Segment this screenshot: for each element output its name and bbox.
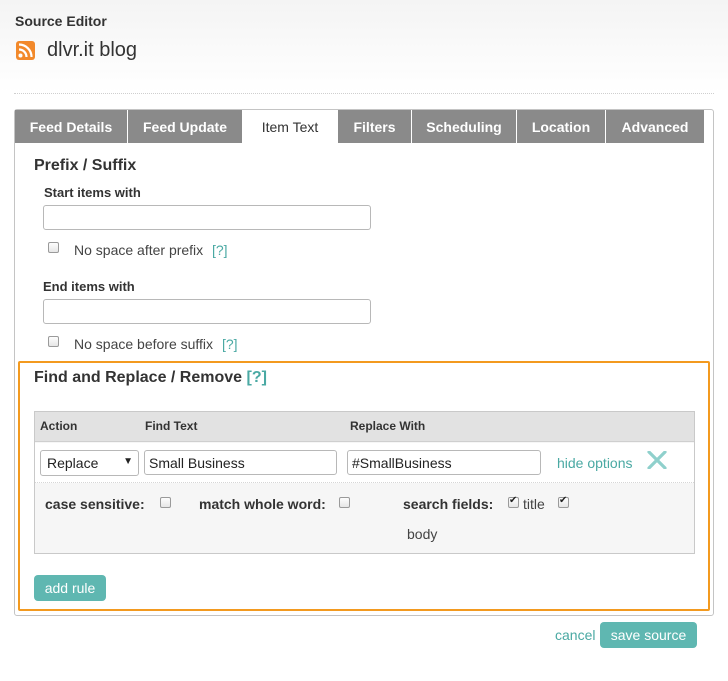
hide-options-link[interactable]: hide options	[557, 455, 633, 471]
tab-scheduling[interactable]: Scheduling	[412, 110, 517, 143]
close-icon[interactable]	[647, 451, 667, 469]
prefix-suffix-heading: Prefix / Suffix	[34, 157, 137, 174]
start-items-label: Start items with	[44, 185, 141, 200]
source-name: dlvr.it blog	[47, 39, 138, 61]
suffix-help-link[interactable]: [?]	[222, 336, 238, 352]
case-sensitive-checkbox[interactable]	[160, 497, 171, 508]
find-text-input[interactable]	[144, 450, 337, 475]
replace-with-input[interactable]	[347, 450, 541, 475]
field-body-label: body	[407, 526, 438, 542]
col-replace-with: Replace With	[350, 419, 426, 433]
start-items-input[interactable]	[43, 205, 371, 230]
no-space-suffix-checkbox[interactable]	[48, 336, 59, 347]
tab-location[interactable]: Location	[517, 110, 606, 143]
tab-filters[interactable]: Filters	[338, 110, 412, 143]
add-rule-button[interactable]: add rule	[34, 575, 106, 601]
match-whole-word-label: match whole word:	[199, 496, 326, 512]
save-source-button[interactable]: save source	[600, 622, 697, 648]
find-replace-help-link[interactable]: [?]	[247, 369, 267, 386]
header-divider	[14, 93, 714, 94]
col-find-text: Find Text	[145, 419, 198, 433]
action-select[interactable]: Replace ▼	[40, 450, 139, 476]
chevron-down-icon: ▼	[123, 456, 133, 467]
field-title-checkbox[interactable]	[508, 495, 519, 508]
tab-feed-details[interactable]: Feed Details	[15, 110, 128, 143]
cancel-link[interactable]: cancel	[555, 627, 595, 643]
col-action: Action	[40, 419, 78, 433]
window-title: Source Editor	[15, 13, 107, 29]
case-sensitive-label: case sensitive:	[45, 496, 145, 512]
tab-advanced[interactable]: Advanced	[606, 110, 704, 143]
find-replace-heading: Find and Replace / Remove [?]	[34, 369, 267, 387]
tab-bar: Feed Details Feed Update Item Text Filte…	[15, 110, 713, 143]
action-select-value: Replace	[47, 455, 99, 471]
end-items-label: End items with	[43, 279, 135, 294]
rss-icon	[16, 41, 35, 60]
no-space-prefix-label: No space after prefix	[74, 242, 204, 258]
field-body-checkbox[interactable]	[558, 495, 569, 508]
no-space-suffix-label: No space before suffix	[74, 336, 214, 352]
no-space-prefix-checkbox[interactable]	[48, 242, 59, 253]
find-replace-title: Find and Replace / Remove	[34, 369, 243, 386]
tab-item-text[interactable]: Item Text	[243, 110, 338, 143]
end-items-input[interactable]	[43, 299, 371, 324]
match-whole-word-checkbox[interactable]	[339, 497, 350, 508]
tab-feed-update[interactable]: Feed Update	[128, 110, 243, 143]
prefix-help-link[interactable]: [?]	[212, 242, 228, 258]
search-fields-label: search fields:	[403, 496, 494, 512]
field-title-label: title	[523, 496, 545, 512]
